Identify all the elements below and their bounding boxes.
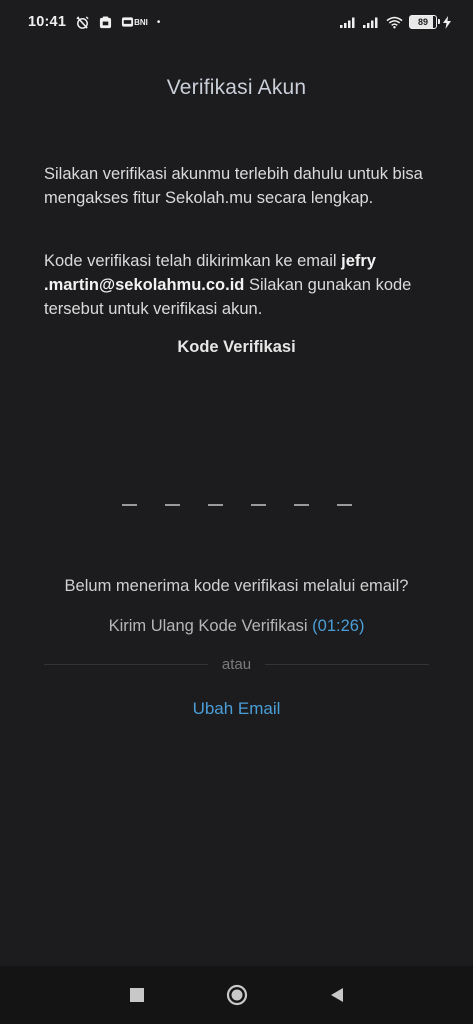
bank-app-icon: BNI xyxy=(121,16,148,28)
otp-digit-5[interactable] xyxy=(293,504,309,506)
intro-text: Silakan verifikasi akunmu terlebih dahul… xyxy=(44,165,423,207)
verification-code-label: Kode Verifikasi xyxy=(177,338,296,356)
otp-digit-6[interactable] xyxy=(336,504,352,506)
resend-row: Kirim Ulang Kode Verifikasi (01:26) xyxy=(0,617,473,636)
resend-timer: (01:26) xyxy=(312,617,365,635)
otp-input-group xyxy=(0,504,473,506)
divider-line-left xyxy=(44,664,208,665)
status-bar-left: 10:41 BNI • xyxy=(28,14,160,30)
divider-text: atau xyxy=(221,656,252,673)
otp-digit-2[interactable] xyxy=(164,504,180,506)
wifi-icon xyxy=(386,16,403,29)
resend-code-button[interactable]: Kirim Ulang Kode Verifikasi xyxy=(109,617,308,635)
page-title: Verifikasi Akun xyxy=(166,76,307,99)
dot-icon: • xyxy=(156,16,161,28)
signal-icon xyxy=(363,16,380,28)
otp-digit-1[interactable] xyxy=(121,504,137,506)
signal-icon xyxy=(340,16,357,28)
divider-line-right xyxy=(265,664,430,665)
status-bar: 10:41 BNI • 89 xyxy=(0,0,473,44)
recents-square-icon[interactable] xyxy=(123,981,151,1009)
otp-digit-3[interactable] xyxy=(207,504,223,506)
otp-digit-4[interactable] xyxy=(250,504,266,506)
or-divider: atau xyxy=(44,656,430,673)
navigation-bar xyxy=(0,966,473,1024)
back-triangle-icon[interactable] xyxy=(323,981,351,1009)
sent-message: Kode verifikasi telah dikirimkan ke emai… xyxy=(44,249,436,321)
home-circle-icon[interactable] xyxy=(223,981,251,1009)
status-bar-right: 89 xyxy=(340,15,451,29)
status-time: 10:41 xyxy=(28,14,67,30)
alarm-off-icon xyxy=(75,15,90,30)
resend-question: Belum menerima kode verifikasi melalui e… xyxy=(64,577,409,595)
battery-level: 89 xyxy=(417,17,428,27)
notification-icon xyxy=(99,15,112,29)
charging-icon xyxy=(443,15,451,29)
sent-message-prefix: Kode verifikasi telah dikirimkan ke emai… xyxy=(44,252,342,270)
change-email-button[interactable]: Ubah Email xyxy=(0,699,473,719)
bank-label: BNI xyxy=(134,17,148,27)
battery-icon: 89 xyxy=(409,15,440,29)
